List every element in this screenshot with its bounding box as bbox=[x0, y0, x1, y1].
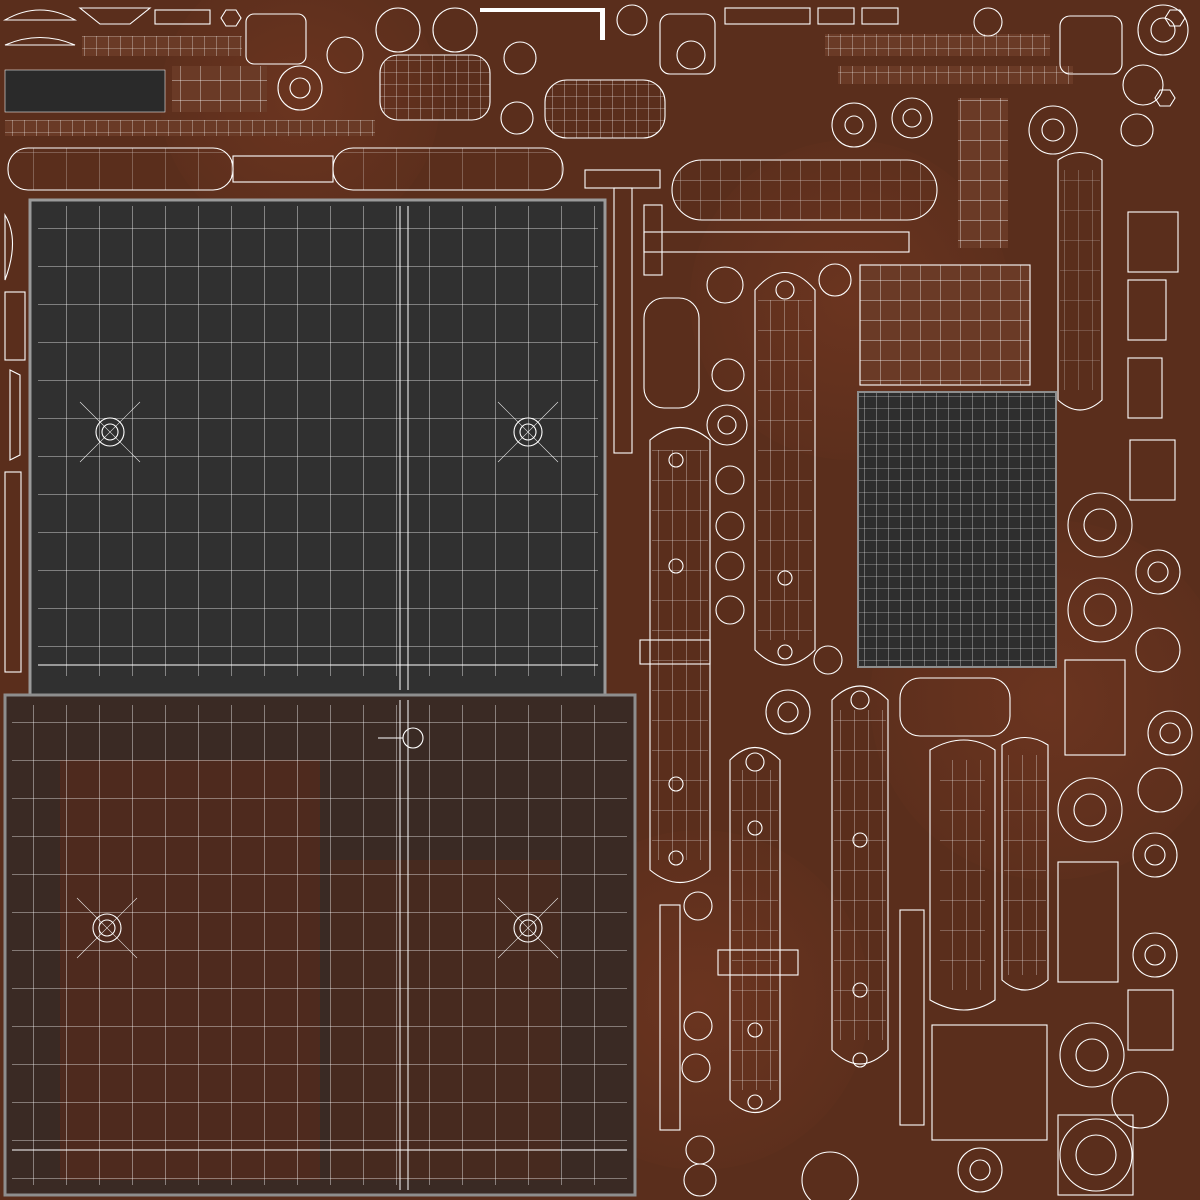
bracket-island-1 bbox=[639, 427, 711, 883]
bracket-island-2 bbox=[754, 271, 816, 666]
bracket-island-4 bbox=[831, 685, 889, 1068]
uv-texture-atlas bbox=[0, 0, 1200, 1200]
rust-grid-panel bbox=[859, 264, 1031, 386]
metal-panel-top bbox=[28, 198, 607, 697]
rust-panel-bottom bbox=[3, 693, 637, 1197]
metal-panel-right bbox=[857, 391, 1057, 668]
